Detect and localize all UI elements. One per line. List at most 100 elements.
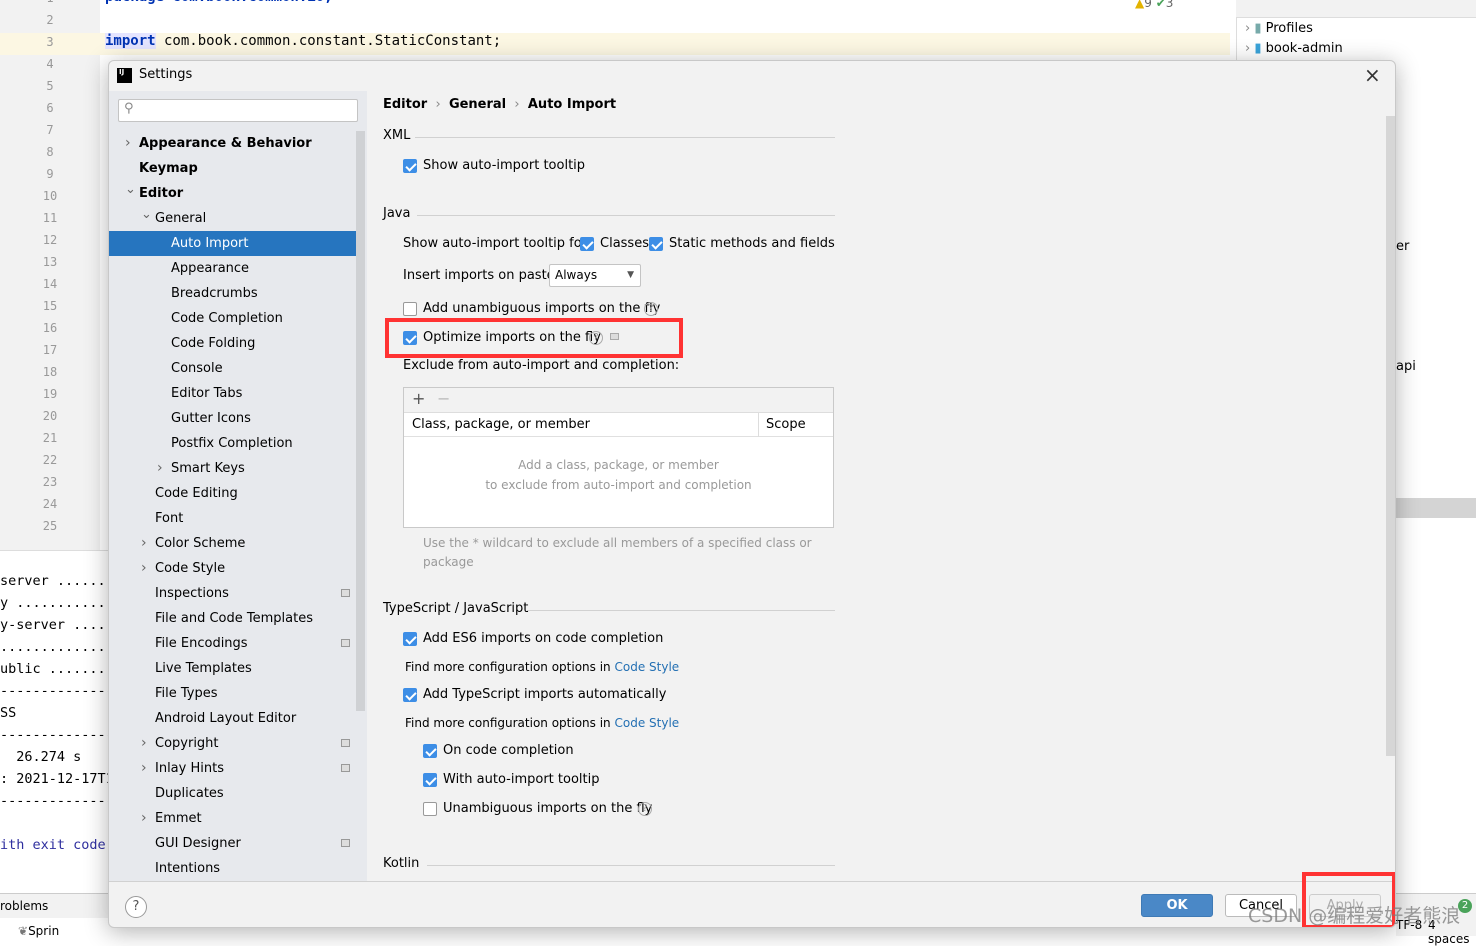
empty-text-line[interactable]: Add a class, package, or member [404, 455, 833, 475]
tree-item-appearance-behavior[interactable]: › Appearance & Behavior [109, 131, 356, 156]
tree-item-inlay-hints[interactable]: › Inlay Hints [109, 756, 356, 781]
close-icon[interactable]: × [1364, 63, 1381, 87]
profiles-label: Profiles [1265, 21, 1313, 36]
console-line: y ............. [0, 595, 122, 611]
project-tree[interactable]: › ▮ Profiles › ▮ book-admin [1245, 19, 1343, 59]
tree-item-code-style[interactable]: › Code Style [109, 556, 356, 581]
breadcrumb-auto-import: Auto Import [527, 97, 617, 112]
code-style-link[interactable]: Code Style [615, 716, 680, 730]
chevron-right-icon[interactable]: › [141, 731, 147, 756]
divider [527, 610, 835, 611]
show-auto-import-tooltip-checkbox[interactable] [403, 159, 417, 173]
settings-search-input[interactable]: ⚲ [118, 99, 358, 122]
tree-item-live-templates[interactable]: Live Templates [109, 656, 356, 681]
es6-imports-label: Add ES6 imports on code completion [423, 631, 664, 646]
tree-item-copyright[interactable]: › Copyright [109, 731, 356, 756]
tree-item-font[interactable]: Font [109, 506, 356, 531]
static-methods-checkbox[interactable] [649, 237, 663, 251]
chevron-right-icon[interactable]: › [141, 806, 147, 831]
line-number: 18 [42, 365, 58, 379]
tree-item-label: File Types [155, 686, 218, 701]
tree-item-file-encodings[interactable]: File Encodings [109, 631, 356, 656]
tree-item-code-completion[interactable]: Code Completion [109, 306, 356, 331]
on-code-completion-label: On code completion [443, 743, 574, 758]
column-scope[interactable]: Scope [766, 417, 806, 432]
classes-checkbox[interactable] [580, 237, 594, 251]
tree-item-label: Code Completion [171, 311, 283, 326]
remove-button[interactable]: − [437, 389, 450, 408]
console-line: server ....... [0, 573, 114, 589]
add-unambiguous-checkbox[interactable] [403, 302, 417, 316]
add-button[interactable]: + [412, 389, 425, 408]
code-style-link[interactable]: Code Style [615, 660, 680, 674]
tree-item-label: Code Editing [155, 486, 238, 501]
breadcrumb-editor[interactable]: Editor [383, 97, 427, 112]
ts-unambiguous-checkbox[interactable] [423, 802, 437, 816]
tree-item-general[interactable]: ⌄ General [109, 206, 356, 231]
tree-item-android-layout-editor[interactable]: Android Layout Editor [109, 706, 356, 731]
run-console[interactable]: server ....... y ............. y-server ..… [0, 550, 122, 890]
tree-item-emmet[interactable]: › Emmet [109, 806, 356, 831]
tree-item-intentions[interactable]: Intentions [109, 856, 356, 881]
tree-item-console[interactable]: Console [109, 356, 356, 381]
tree-item-code-folding[interactable]: Code Folding [109, 331, 356, 356]
tree-item-color-scheme[interactable]: › Color Scheme [109, 531, 356, 556]
maven-toolbar[interactable] [1236, 0, 1476, 18]
tree-item-gui-designer[interactable]: GUI Designer [109, 831, 356, 856]
tree-item-inspections[interactable]: Inspections [109, 581, 356, 606]
line-number: 2 [46, 13, 54, 27]
es6-imports-checkbox[interactable] [403, 632, 417, 646]
empty-table-text: Add a class, package, or member to exclu… [404, 455, 833, 495]
breadcrumb: Editor › General › Auto Import [383, 97, 617, 112]
search-field[interactable] [139, 102, 349, 119]
help-button[interactable]: ? [125, 896, 147, 918]
tree-item-breadcrumbs[interactable]: Breadcrumbs [109, 281, 356, 306]
tree-item-auto-import[interactable]: Auto Import [109, 231, 356, 256]
tree-item-file-types[interactable]: File Types [109, 681, 356, 706]
tree-item-appearance[interactable]: Appearance [109, 256, 356, 281]
settings-sidebar: ⚲ › Appearance & Behavior Keymap ⌄ Editor ⌄ Ge… [109, 91, 367, 881]
insert-imports-select[interactable]: Always ▼ [549, 264, 641, 287]
tree-item-code-editing[interactable]: Code Editing [109, 481, 356, 506]
tree-item-keymap[interactable]: Keymap [109, 156, 356, 181]
code-line[interactable]: package com.book.common.io; [105, 0, 333, 5]
line-number: 3 [46, 35, 54, 49]
tree-item-label: Keymap [139, 161, 198, 176]
tree-item-editor-tabs[interactable]: Editor Tabs [109, 381, 356, 406]
line-number: 10 [42, 189, 58, 203]
line-number: 17 [42, 343, 58, 357]
tree-item-book-admin[interactable]: › ▮ book-admin [1245, 39, 1343, 59]
help-icon[interactable]: ? [644, 302, 658, 316]
line-number: 20 [42, 409, 58, 423]
problems-tab[interactable]: roblems [0, 899, 48, 913]
help-icon[interactable]: ? [638, 802, 652, 816]
code-line[interactable]: import com.book.common.constant.StaticCo… [105, 33, 501, 49]
tree-item-label: Code Style [155, 561, 226, 576]
selected-row [1396, 498, 1476, 518]
content-scrollbar[interactable] [1386, 116, 1395, 756]
ts-unambiguous-label: Unambiguous imports on the fly [443, 801, 653, 816]
chevron-right-icon[interactable]: › [141, 556, 147, 581]
tree-item-profiles[interactable]: › ▮ Profiles [1245, 19, 1343, 39]
chevron-right-icon[interactable]: › [157, 456, 163, 481]
chevron-right-icon[interactable]: › [141, 531, 147, 556]
inspection-widget[interactable]: ▲9 ✔3 [1135, 0, 1173, 10]
tree-item-gutter-icons[interactable]: Gutter Icons [109, 406, 356, 431]
tree-item-file-and-code-templates[interactable]: File and Code Templates [109, 606, 356, 631]
on-code-completion-checkbox[interactable] [423, 744, 437, 758]
chevron-down-icon[interactable]: ⌄ [125, 177, 136, 202]
chevron-right-icon[interactable]: › [141, 756, 147, 781]
tree-item-smart-keys[interactable]: › Smart Keys [109, 456, 356, 481]
ok-button[interactable]: OK [1141, 894, 1213, 917]
chevron-down-icon[interactable]: ⌄ [141, 202, 152, 227]
insert-imports-label: Insert imports on paste: [403, 268, 560, 283]
chevron-right-icon[interactable]: › [125, 131, 131, 156]
with-tooltip-checkbox[interactable] [423, 773, 437, 787]
tree-item-duplicates[interactable]: Duplicates [109, 781, 356, 806]
line-number: 8 [46, 145, 54, 159]
tree-item-postfix-completion[interactable]: Postfix Completion [109, 431, 356, 456]
breadcrumb-general[interactable]: General [449, 97, 506, 112]
ts-imports-checkbox[interactable] [403, 688, 417, 702]
sidebar-scrollbar[interactable] [356, 131, 365, 711]
column-class[interactable]: Class, package, or member [412, 417, 590, 432]
